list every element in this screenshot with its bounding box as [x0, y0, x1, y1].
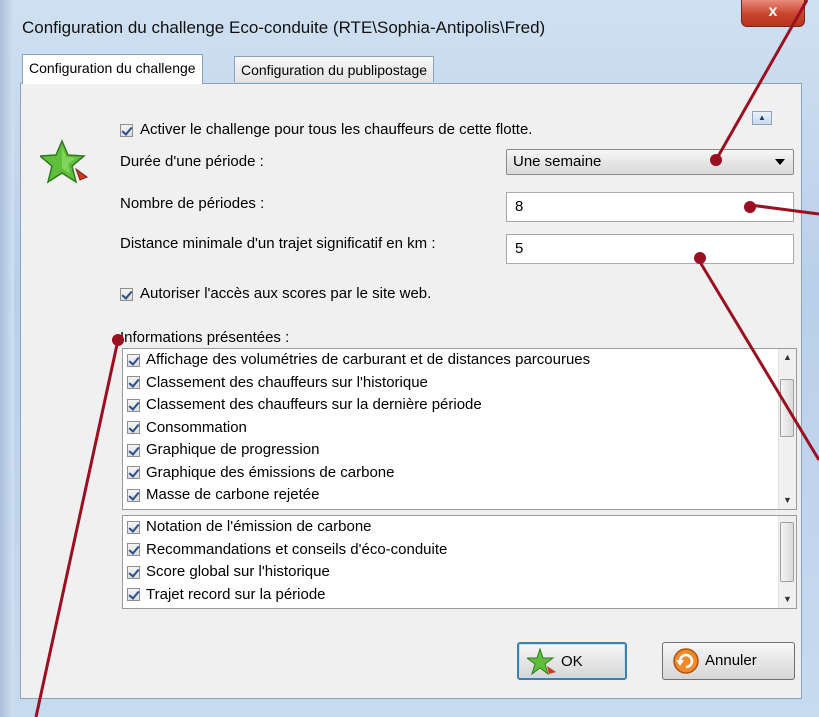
list-item[interactable]: Affichage des volumétries de carburant e…	[123, 349, 796, 372]
list-item[interactable]: Classement des chauffeurs sur la dernièr…	[123, 394, 796, 417]
list-item-label: Classement des chauffeurs sur l'historiq…	[146, 373, 428, 391]
period-duration-select[interactable]: Une semaine	[506, 149, 794, 175]
tab-configuration-challenge[interactable]: Configuration du challenge	[22, 54, 203, 84]
tab-configuration-publipostage[interactable]: Configuration du publipostage	[234, 56, 435, 82]
list-item-label: Trajet record sur la période	[146, 585, 326, 603]
min-distance-input[interactable]: 5	[506, 234, 794, 264]
list-item-label: Score global sur l'historique	[146, 563, 330, 580]
scrollbar-thumb[interactable]	[780, 379, 794, 437]
check-icon	[127, 588, 140, 602]
list-item-label: Affichage des volumétries de carburant e…	[146, 351, 591, 368]
window-left-edge	[0, 0, 14, 717]
cancel-label: Annuler	[705, 652, 757, 669]
cancel-undo-icon	[673, 648, 699, 674]
web-access-label: Autoriser l'accès aux scores par le site…	[140, 285, 432, 302]
list-item[interactable]: Recommandations et conseils d'éco-condui…	[123, 539, 796, 562]
check-icon	[127, 353, 140, 367]
ok-button[interactable]: OK	[517, 642, 627, 680]
check-icon	[127, 543, 140, 557]
info-list-top-scrollbar[interactable]: ▲ ▼	[778, 349, 796, 509]
check-icon	[127, 443, 140, 457]
list-item-label: Graphique des émissions de carbone	[146, 463, 395, 481]
challenge-config-panel: Activer le challenge pour tous les chauf…	[20, 83, 802, 699]
check-icon	[127, 466, 140, 480]
window-title: Configuration du challenge Eco-conduite …	[22, 18, 546, 37]
check-icon	[127, 520, 140, 534]
list-item-label: Graphique de progression	[146, 441, 320, 458]
star-icon	[40, 139, 89, 184]
chevron-down-icon	[775, 159, 785, 165]
scrollbar-thumb[interactable]	[780, 522, 794, 582]
info-list-bottom-scrollbar[interactable]: ▼	[778, 516, 796, 608]
check-icon	[127, 421, 140, 435]
list-item[interactable]: Classement des chauffeurs sur l'historiq…	[123, 372, 796, 395]
period-duration-value: Une semaine	[513, 153, 602, 170]
activate-challenge-label: Activer le challenge pour tous les chauf…	[140, 121, 533, 138]
ok-label: OK	[561, 653, 583, 670]
min-distance-label: Distance minimale d'un trajet significat…	[120, 235, 436, 252]
activate-challenge-checkbox[interactable]: Activer le challenge pour tous les chauf…	[120, 121, 532, 138]
list-item-label: Notation de l'émission de carbone	[146, 518, 372, 535]
period-count-input[interactable]: 8	[506, 192, 794, 222]
check-icon	[127, 565, 140, 579]
period-duration-label: Durée d'une période :	[120, 153, 264, 170]
close-button[interactable]: x	[741, 0, 805, 27]
scroll-down-icon[interactable]: ▼	[779, 591, 796, 608]
dialog-window: Configuration du challenge Eco-conduite …	[0, 0, 819, 717]
check-icon	[120, 123, 133, 137]
cancel-button[interactable]: Annuler	[662, 642, 795, 680]
list-item-label: Consommation	[146, 418, 247, 436]
check-icon	[127, 398, 140, 412]
ok-star-icon	[527, 648, 556, 676]
check-icon	[120, 287, 133, 301]
info-list-bottom[interactable]: Notation de l'émission de carbone Recomm…	[122, 515, 797, 609]
list-item[interactable]: Masse de carbone rejetée	[123, 484, 796, 507]
list-item[interactable]: Graphique de progression	[123, 439, 796, 462]
list-item[interactable]: Consommation	[123, 417, 796, 440]
list-item-label: Recommandations et conseils d'éco-condui…	[146, 540, 448, 558]
list-item-label: Classement des chauffeurs sur la dernièr…	[146, 396, 482, 413]
info-list-top[interactable]: Affichage des volumétries de carburant e…	[122, 348, 797, 510]
spin-up-icon[interactable]: ▲	[752, 111, 772, 125]
check-icon	[127, 376, 140, 390]
check-icon	[127, 488, 140, 502]
info-section-label: Informations présentées :	[120, 329, 290, 346]
list-item[interactable]: Trajet record sur la période	[123, 584, 796, 607]
period-count-label: Nombre de périodes :	[120, 195, 265, 212]
web-access-checkbox[interactable]: Autoriser l'accès aux scores par le site…	[120, 285, 431, 302]
scroll-down-icon[interactable]: ▼	[779, 492, 796, 509]
list-item[interactable]: Graphique des émissions de carbone	[123, 462, 796, 485]
list-item[interactable]: Notation de l'émission de carbone	[123, 516, 796, 539]
scroll-up-icon[interactable]: ▲	[779, 349, 796, 366]
list-item-label: Masse de carbone rejetée	[146, 486, 320, 503]
list-item[interactable]: Score global sur l'historique	[123, 561, 796, 584]
